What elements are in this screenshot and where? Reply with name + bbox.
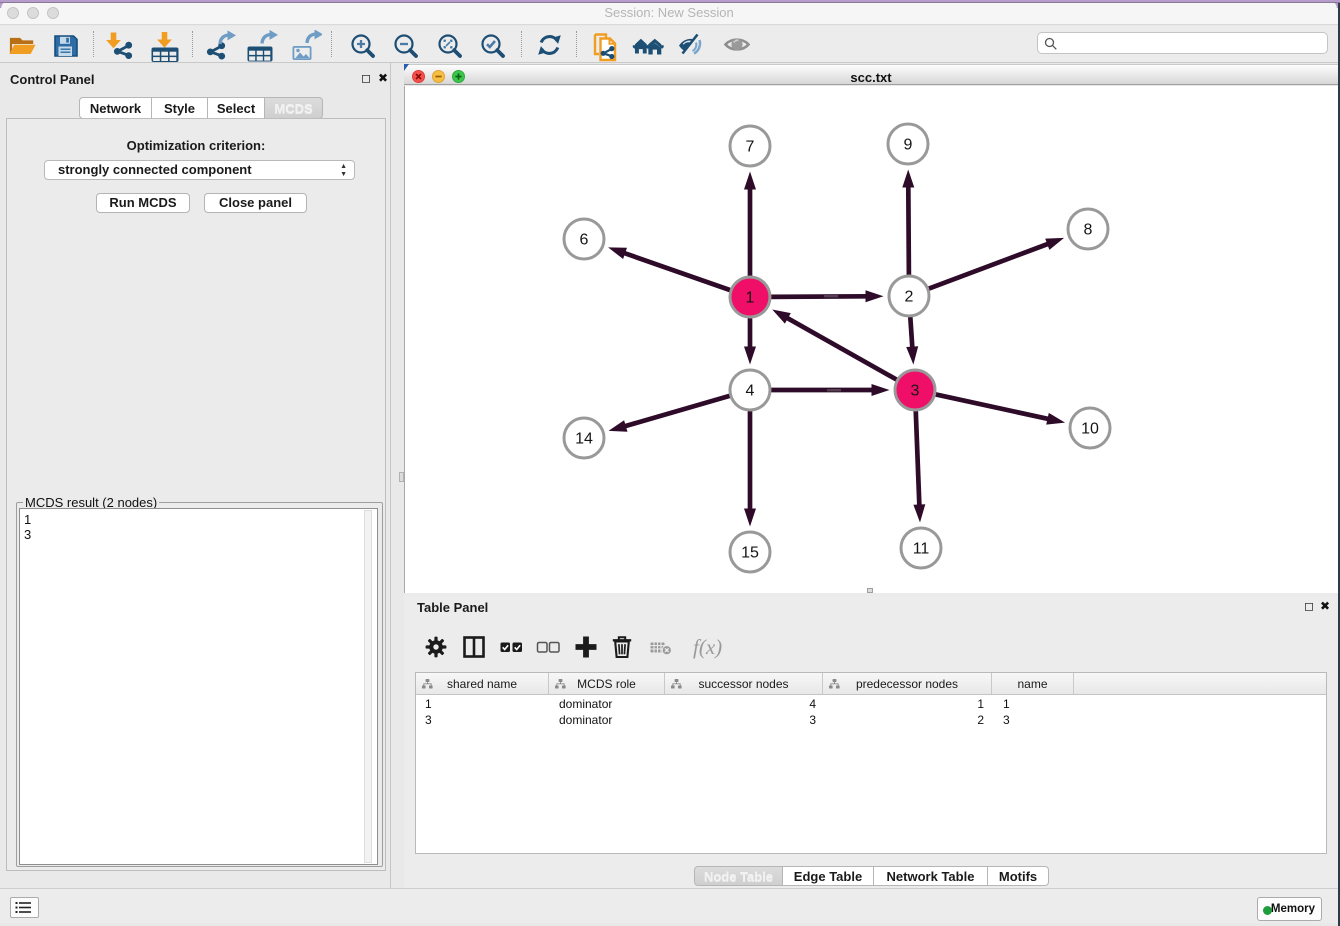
svg-text:15: 15 [741, 545, 759, 562]
svg-text:6: 6 [580, 232, 589, 249]
svg-text:1: 1 [746, 290, 755, 307]
svg-text:11: 11 [913, 541, 930, 558]
svg-text:f(x): f(x) [693, 635, 722, 659]
svg-text:7: 7 [746, 139, 755, 156]
svg-text:8: 8 [1084, 222, 1093, 239]
svg-text:10: 10 [1081, 421, 1099, 438]
svg-text:9: 9 [904, 137, 913, 154]
svg-text:14: 14 [575, 431, 593, 448]
svg-text:3: 3 [911, 383, 920, 400]
svg-text:2: 2 [905, 289, 914, 306]
svg-text:4: 4 [746, 383, 755, 400]
